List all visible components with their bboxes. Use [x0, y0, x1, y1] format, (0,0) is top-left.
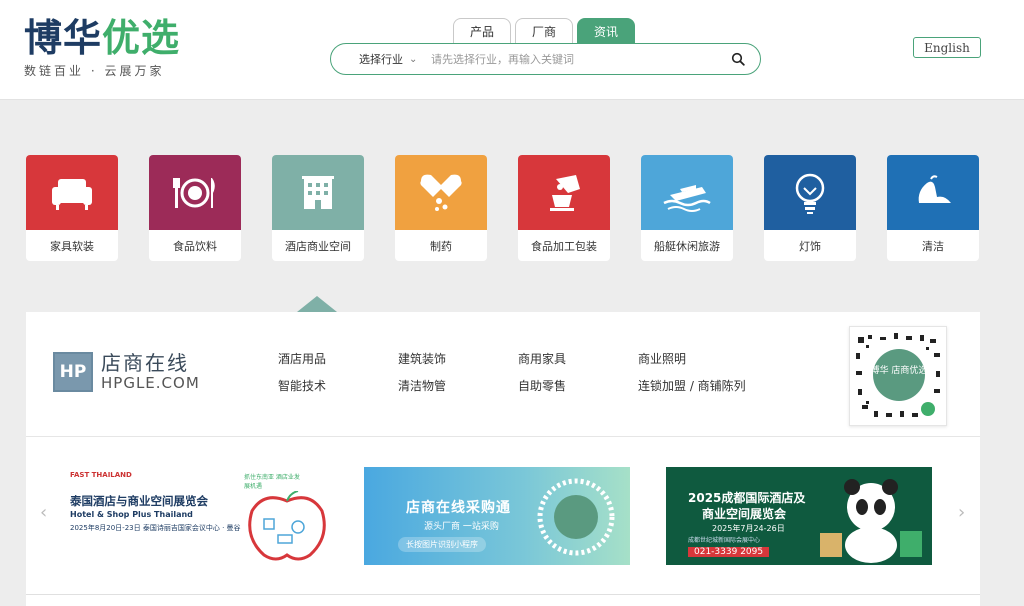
banner-title-line1: 2025成都国际酒店及 — [688, 491, 806, 505]
search-input[interactable] — [431, 52, 716, 66]
site-logo[interactable]: 博华优选 数链百业 · 云展万家 — [24, 16, 180, 79]
brand-url: HPGLE.COM — [101, 374, 200, 392]
apple-illustration — [248, 491, 326, 561]
banner-phone: 021-3339 2095 — [688, 547, 770, 557]
category-label: 家具软装 — [50, 239, 94, 253]
cleaning-glove-icon — [887, 155, 979, 230]
banner-tag: 抓住东南亚 酒店业发展机遇 — [244, 474, 300, 490]
category-label: 食品饮料 — [173, 239, 217, 253]
banner-venue: 成都世纪城新国际会展中心 — [688, 537, 761, 544]
link-building-decoration[interactable]: 建筑装饰 — [398, 350, 446, 367]
category-label: 食品加工包装 — [531, 239, 597, 253]
category-lighting[interactable]: 灯饰 — [764, 155, 856, 261]
sofa-icon — [26, 155, 118, 230]
search-bar: 选择行业 ⌄ — [330, 43, 761, 75]
category-food-beverage[interactable]: 食品饮料 — [149, 155, 241, 261]
header: 博华优选 数链百业 · 云展万家 产品 厂商 资讯 选择行业 ⌄ English — [0, 0, 1024, 100]
search-tabs: 产品 厂商 资讯 — [453, 18, 635, 44]
tab-vendors[interactable]: 厂商 — [515, 18, 573, 44]
tab-products[interactable]: 产品 — [453, 18, 511, 44]
logo-slogan: 数链百业 · 云展万家 — [24, 64, 165, 78]
link-commercial-furniture[interactable]: 商用家具 — [518, 350, 566, 367]
chevron-down-icon: ⌄ — [409, 53, 418, 65]
hotel-building-icon — [272, 155, 364, 230]
category-cleaning[interactable]: 清洁 — [887, 155, 979, 261]
category-hotel-commercial-space[interactable]: 酒店商业空间 — [272, 155, 364, 261]
panda-illustration — [820, 479, 922, 563]
hp-mark: HP — [53, 352, 93, 392]
carousel-prev-arrow[interactable]: ‹ — [40, 502, 47, 523]
mini-program-qr-code[interactable]: 博华 店商优选 — [849, 326, 947, 426]
plate-cutlery-icon — [149, 155, 241, 230]
carousel-next-arrow[interactable]: › — [958, 502, 965, 523]
section-divider — [26, 594, 980, 595]
category-pharma[interactable]: 制药 — [395, 155, 487, 261]
category-boat-leisure[interactable]: 船艇休闲旅游 — [641, 155, 733, 261]
language-switch-button[interactable]: English — [913, 37, 981, 58]
qr-caption: 博华 店商优选 — [871, 364, 928, 376]
panel-divider — [26, 436, 980, 437]
link-self-service-retail[interactable]: 自助零售 — [518, 377, 566, 394]
banner-badge: FAST THAILAND — [70, 471, 132, 479]
lightbulb-icon — [764, 155, 856, 230]
category-label: 酒店商业空间 — [285, 239, 351, 253]
logo-wordmark: 博华优选 — [24, 15, 181, 60]
category-furniture[interactable]: 家具软装 — [26, 155, 118, 261]
link-cleaning-property[interactable]: 清洁物管 — [398, 377, 446, 394]
category-label: 制药 — [430, 239, 452, 253]
link-hotel-supplies[interactable]: 酒店用品 — [278, 350, 326, 367]
banner-venue: 泰国诗丽吉国家会议中心 · 曼谷 — [142, 524, 241, 532]
subcategory-panel: HP 店商在线 HPGLE.COM 酒店用品 建筑装饰 商用家具 商业照明 智能… — [26, 312, 980, 606]
capsule-icon — [395, 155, 487, 230]
banner-date: 2025年7月24-26日 — [712, 524, 785, 533]
banner-title: 泰国酒店与商业空间展览会 — [70, 494, 208, 508]
industry-select[interactable]: 选择行业 ⌄ — [331, 51, 431, 67]
search-icon — [731, 52, 745, 66]
brand-logo-hpgle[interactable]: HP 店商在线 HPGLE.COM — [53, 352, 200, 392]
banner-chengdu-expo[interactable]: 2025成都国际酒店及 商业空间展览会 2025年7月24-26日 成都世纪城新… — [666, 467, 932, 565]
industry-select-label: 选择行业 — [359, 53, 403, 66]
banner-date: 2025年8月20日-23日 — [70, 524, 141, 532]
category-food-processing[interactable]: 食品加工包装 — [518, 155, 610, 261]
banner-thailand-expo[interactable]: FAST THAILAND 泰国酒店与商业空间展览会 Hotel & Shop … — [68, 467, 334, 565]
active-category-pointer — [297, 296, 337, 312]
search-button[interactable] — [716, 44, 760, 74]
tab-news[interactable]: 资讯 — [577, 18, 635, 44]
banner-subtitle: Hotel & Shop Plus Thailand — [70, 510, 193, 519]
banner-subtitle: 源头厂商 一站采购 — [424, 522, 499, 532]
category-grid: 家具软装 食品饮料 酒店商业空间 制药 食品加工包装 船艇休闲旅游 灯饰 清洁 — [26, 155, 986, 261]
link-franchise-display[interactable]: 连锁加盟 / 商铺陈列 — [638, 377, 746, 394]
banner-cta: 长按图片识别小程序 — [398, 537, 486, 552]
banner-hpgle-procurement[interactable]: 店商在线采购通 源头厂商 一站采购 长按图片识别小程序 — [364, 467, 630, 565]
brand-name: 店商在线 — [101, 351, 189, 375]
banner-title: 店商在线采购通 — [406, 500, 511, 516]
link-smart-tech[interactable]: 智能技术 — [278, 377, 326, 394]
category-label: 灯饰 — [799, 239, 821, 253]
category-label: 船艇休闲旅游 — [654, 239, 720, 253]
banner-qr-code — [537, 478, 615, 556]
category-label: 清洁 — [922, 239, 944, 253]
link-commercial-lighting[interactable]: 商业照明 — [638, 350, 686, 367]
banner-title-line2: 商业空间展览会 — [702, 507, 787, 521]
boat-icon — [641, 155, 733, 230]
mixer-icon — [518, 155, 610, 230]
